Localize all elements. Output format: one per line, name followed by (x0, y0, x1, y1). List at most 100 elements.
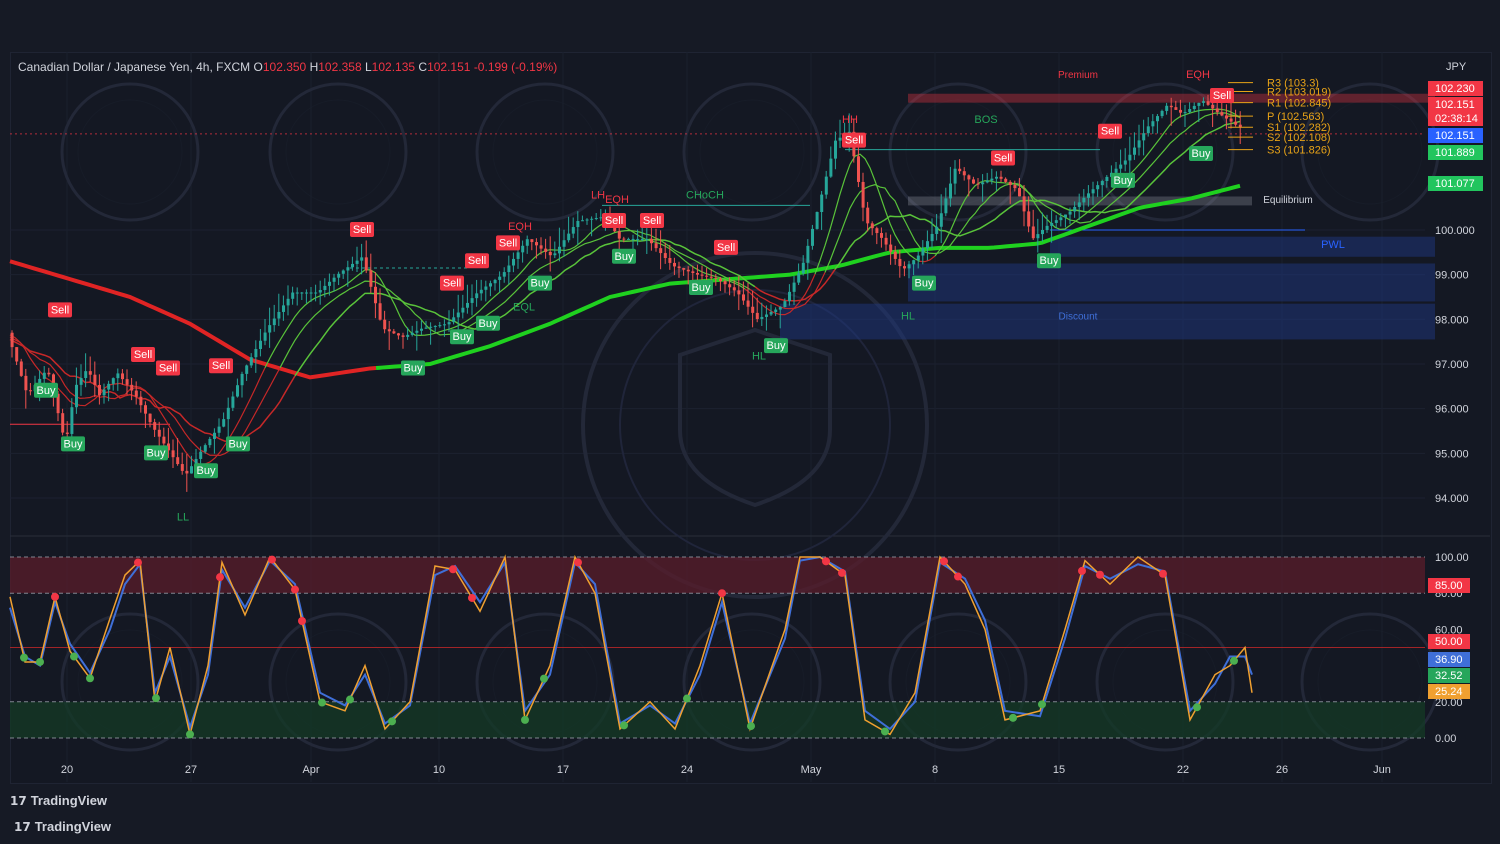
candle-body (654, 243, 658, 249)
sell-signal-badge[interactable]: Sell (209, 358, 233, 374)
candle-body (723, 281, 727, 285)
pivot-label: R1 (102.845) (1267, 98, 1331, 110)
candle-body (760, 316, 764, 320)
candle-body (673, 262, 676, 267)
sell-signal-badge[interactable]: Sell (842, 132, 866, 148)
candle-body (125, 379, 129, 385)
buy-signal-badge[interactable]: Buy (144, 445, 168, 461)
candle-body (525, 239, 529, 246)
buy-signal-badge[interactable]: Buy (476, 315, 500, 331)
low-value: 102.135 (371, 60, 416, 74)
buy-signal-badge[interactable]: Buy (1037, 253, 1061, 269)
buy-signal-badge-label: Buy (767, 340, 786, 352)
candle-body (29, 390, 32, 392)
candle-body (42, 372, 46, 379)
candle-body (530, 239, 534, 243)
buy-signal-badge[interactable]: Buy (226, 436, 250, 452)
sell-signal-badge[interactable]: Sell (991, 150, 1015, 166)
buy-signal-badge-label: Buy (64, 438, 83, 450)
stoch-sell-dot (954, 572, 962, 581)
candle-body (728, 284, 732, 288)
tradingview-logo[interactable]: 𝟭𝟳 TradingView (10, 793, 107, 808)
candle-body (935, 226, 939, 234)
buy-signal-badge[interactable]: Buy (1111, 172, 1135, 188)
stoch-value-tag-label: 50.00 (1435, 636, 1463, 648)
candle-body (912, 260, 916, 265)
buy-signal-badge-label: Buy (479, 318, 498, 330)
tradingview-icon: 𝟭𝟳 (14, 820, 31, 834)
candle-body (829, 158, 833, 177)
buy-signal-badge[interactable]: Buy (194, 463, 218, 479)
sell-signal-badge[interactable]: Sell (350, 221, 374, 237)
candle-body (447, 322, 451, 325)
candle-body (1165, 105, 1169, 111)
smc-zones (10, 93, 1435, 425)
tradingview-logo-text: TradingView (34, 819, 112, 834)
sell-signal-badge[interactable]: Sell (465, 253, 489, 269)
candle-body (590, 218, 594, 220)
candle-body (870, 223, 874, 229)
buy-signal-badge[interactable]: Buy (528, 275, 552, 291)
candle-body (1179, 109, 1182, 113)
tradingview-logo-secondary[interactable]: 𝟭𝟳 TradingView (14, 819, 111, 834)
stoch-buy-dot (186, 730, 194, 739)
candle-body (972, 179, 975, 184)
sell-signal-badge[interactable]: Sell (1098, 123, 1122, 139)
candle-body (222, 419, 226, 427)
candle-body (107, 383, 111, 390)
buy-signal-badge[interactable]: Buy (450, 329, 474, 345)
candle-body (1202, 101, 1205, 103)
sell-signal-badge[interactable]: Sell (714, 239, 738, 255)
buy-signal-badge[interactable]: Buy (401, 360, 425, 376)
candle-body (875, 228, 879, 234)
stoch-value-tag-label: 32.52 (1435, 670, 1463, 682)
buy-signal-badge[interactable]: Buy (612, 248, 636, 264)
stoch-sell-dot (134, 558, 142, 567)
buy-signal-badge[interactable]: Buy (689, 280, 713, 296)
candle-body (668, 257, 672, 263)
sell-signal-badge[interactable]: Sell (496, 235, 520, 251)
candle-body (461, 307, 465, 313)
stoch-buy-dot (540, 674, 548, 683)
candle-body (930, 233, 934, 242)
sell-signal-badge[interactable]: Sell (1210, 87, 1234, 103)
candle-body (410, 332, 414, 335)
buy-signal-badge[interactable]: Buy (764, 338, 788, 354)
candle-body (351, 263, 354, 268)
time-tick-label: 26 (1276, 764, 1288, 776)
buy-signal-badge[interactable]: Buy (912, 275, 936, 291)
candle-body (415, 330, 419, 333)
candle-body (102, 389, 106, 396)
candle-body (305, 292, 308, 294)
candle-body (617, 231, 621, 239)
candle-body (516, 252, 520, 259)
sell-signal-badge[interactable]: Sell (440, 275, 464, 291)
candle-body (1105, 176, 1109, 182)
pivot-label: S2 (102.108) (1267, 132, 1331, 144)
price-tick-label: 99.000 (1435, 270, 1469, 282)
time-axis: 20 27 Apr 10 17 24 May 8 15 22 26 Jun (61, 764, 1391, 776)
sell-signal-badge[interactable]: Sell (640, 213, 664, 229)
sell-signal-badge[interactable]: Sell (48, 302, 72, 318)
chart-canvas[interactable]: R3 (103.3)R2 (103.019)R1 (102.845)P (102… (0, 0, 1500, 844)
candle-body (585, 219, 589, 221)
candle-body (277, 311, 281, 319)
sell-signal-badge[interactable]: Sell (156, 360, 180, 376)
sell-signal-badge[interactable]: Sell (602, 213, 626, 229)
candle-body (355, 260, 359, 264)
buy-signal-badge[interactable]: Buy (1189, 146, 1213, 162)
candle-body (686, 269, 690, 272)
price-tag-label: 02:38:14 (1435, 113, 1478, 125)
structure-label: HH (842, 114, 858, 126)
candle-body (769, 312, 773, 315)
sell-signal-badge[interactable]: Sell (131, 347, 155, 363)
candle-body (236, 385, 239, 397)
buy-signal-badge[interactable]: Buy (34, 382, 58, 398)
candle-body (594, 218, 598, 220)
candle-body (190, 466, 193, 474)
candle-body (254, 348, 258, 358)
candle-body (475, 293, 479, 299)
candle-body (429, 326, 433, 328)
buy-signal-badge[interactable]: Buy (61, 436, 85, 452)
sell-signal-badge-label: Sell (1213, 90, 1231, 102)
